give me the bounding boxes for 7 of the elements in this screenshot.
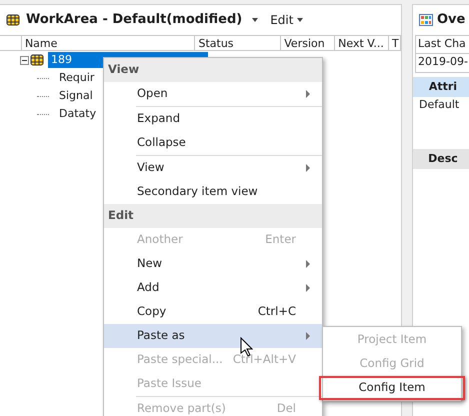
panel-title: Ove bbox=[437, 11, 466, 30]
menu-section-header: Edit bbox=[104, 204, 322, 228]
table-header: Last Cha bbox=[416, 36, 469, 54]
section-value: Default bbox=[418, 97, 460, 113]
menu-section-header: View bbox=[104, 58, 322, 82]
window-title: WorkArea - Default(modified) bbox=[26, 11, 242, 30]
table-cell-text: 2019-09- bbox=[417, 54, 469, 70]
